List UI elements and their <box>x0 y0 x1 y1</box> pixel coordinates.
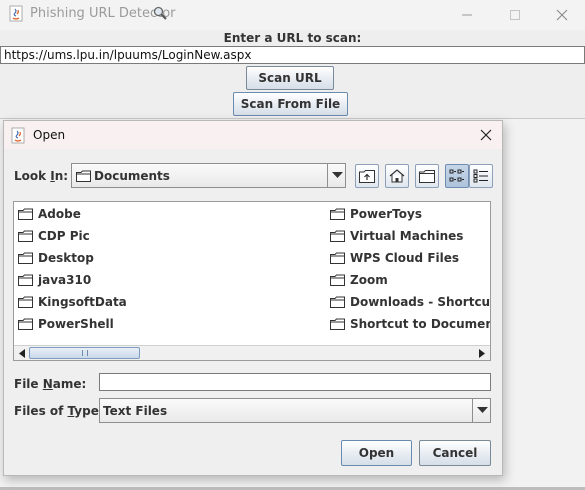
folder-icon <box>330 274 345 286</box>
close-icon <box>556 9 568 21</box>
file-name: Zoom <box>350 273 388 287</box>
chevron-right-icon <box>478 348 485 358</box>
minimize-button[interactable] <box>444 0 490 30</box>
folder-icon <box>330 252 345 264</box>
files-of-type-dropdown[interactable]: Text Files <box>99 398 491 423</box>
dialog-title: Open <box>33 128 66 142</box>
close-button[interactable] <box>539 0 585 30</box>
list-item[interactable]: Zoom <box>330 271 490 289</box>
look-in-label: Look In: <box>14 169 69 183</box>
list-item[interactable]: Desktop <box>18 249 94 267</box>
look-in-dropdown-arrow[interactable] <box>327 164 346 187</box>
chevron-down-icon <box>476 407 488 413</box>
open-file-dialog: Open Look In: Documents Adobe CDP Pic De… <box>3 120 503 476</box>
list-item[interactable]: java310 <box>18 271 91 289</box>
file-name: Downloads - Shortcut <box>350 295 490 309</box>
chevron-left-icon <box>18 348 25 358</box>
folder-icon <box>18 230 33 242</box>
file-name: Virtual Machines <box>350 229 464 243</box>
scroll-right-button[interactable] <box>475 347 488 359</box>
scroll-left-button[interactable] <box>15 347 28 359</box>
files-of-type-label: Files of Type: <box>14 404 104 418</box>
folder-icon <box>18 296 33 308</box>
file-name-label: File Name: <box>14 377 87 391</box>
file-list[interactable]: Adobe CDP Pic Desktop java310 KingsoftDa… <box>13 201 491 361</box>
list-item[interactable]: Shortcut to Documents ( <box>330 315 490 333</box>
up-one-level-button[interactable] <box>355 164 379 188</box>
home-icon <box>389 169 405 183</box>
url-prompt-label: Enter a URL to scan: <box>223 31 362 45</box>
maximize-button[interactable] <box>492 0 538 30</box>
minimize-icon <box>462 14 472 16</box>
list-item[interactable]: WPS Cloud Files <box>330 249 490 267</box>
file-name: WPS Cloud Files <box>350 251 460 265</box>
list-item[interactable]: Downloads - Shortcut <box>330 293 490 311</box>
scrollbar-thumb[interactable] <box>29 347 140 359</box>
file-name: Shortcut to Documents ( <box>350 317 490 331</box>
create-new-folder-button[interactable] <box>415 164 439 188</box>
scrollbar-grip <box>82 350 88 356</box>
list-item[interactable]: CDP Pic <box>18 227 90 245</box>
file-name: PowerShell <box>38 317 114 331</box>
file-name-input[interactable] <box>99 373 491 391</box>
magnifier-icon <box>153 6 167 20</box>
new-folder-icon <box>419 170 435 183</box>
home-button[interactable] <box>385 164 409 188</box>
details-view-icon <box>473 169 488 183</box>
file-name: Adobe <box>38 207 81 221</box>
folder-icon <box>18 252 33 264</box>
close-icon <box>480 129 492 141</box>
file-name: java310 <box>38 273 92 287</box>
url-input[interactable]: https://ums.lpu.in/lpuums/LoginNew.aspx <box>0 46 585 64</box>
up-folder-icon <box>359 170 375 183</box>
dialog-close-button[interactable] <box>476 125 496 145</box>
java-cup-icon <box>9 5 23 22</box>
list-view-toggle[interactable] <box>445 164 469 188</box>
folder-icon <box>18 274 33 286</box>
files-of-type-dropdown-arrow[interactable] <box>472 399 491 422</box>
folder-icon <box>330 318 345 330</box>
files-of-type-value: Text Files <box>103 404 168 418</box>
horizontal-scrollbar[interactable] <box>14 345 490 360</box>
folder-icon <box>76 170 91 182</box>
cancel-button[interactable]: Cancel <box>419 440 491 466</box>
list-item[interactable]: PowerShell <box>18 315 114 333</box>
java-cup-icon <box>11 127 25 144</box>
folder-icon <box>330 230 345 242</box>
scan-url-button[interactable]: Scan URL <box>246 66 334 90</box>
chevron-down-icon <box>331 172 343 178</box>
dialog-title-bar[interactable]: Open <box>4 121 502 149</box>
main-title-bar[interactable]: Phishing URL Detector <box>0 0 585 30</box>
list-item[interactable]: KingsoftData <box>18 293 127 311</box>
list-item[interactable]: Adobe <box>18 205 81 223</box>
list-item[interactable]: Virtual Machines <box>330 227 490 245</box>
open-button[interactable]: Open <box>341 440 412 466</box>
file-name: Desktop <box>38 251 94 265</box>
file-name: PowerToys <box>350 207 422 221</box>
file-name: KingsoftData <box>38 295 127 309</box>
details-view-toggle[interactable] <box>469 164 493 188</box>
maximize-icon <box>510 10 520 20</box>
list-item[interactable]: PowerToys <box>330 205 490 223</box>
list-view-icon <box>449 169 464 182</box>
folder-icon <box>330 208 345 220</box>
look-in-value: Documents <box>94 169 170 183</box>
file-name: CDP Pic <box>38 229 90 243</box>
folder-icon <box>18 318 33 330</box>
folder-icon <box>330 296 345 308</box>
scan-from-file-button[interactable]: Scan From File <box>233 92 348 116</box>
folder-icon <box>18 208 33 220</box>
look-in-dropdown[interactable]: Documents <box>71 163 346 188</box>
